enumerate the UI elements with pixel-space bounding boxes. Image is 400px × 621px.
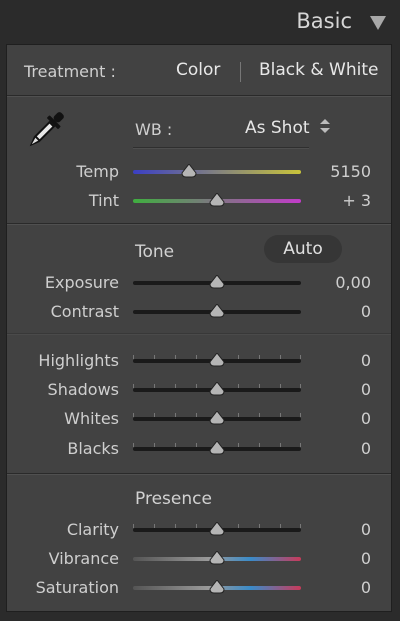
wb-label: WB : xyxy=(135,120,173,139)
whites-value[interactable]: 0 xyxy=(361,409,371,428)
saturation-thumb[interactable] xyxy=(209,580,225,594)
tint-value[interactable]: + 3 xyxy=(342,191,371,210)
wb-value[interactable]: As Shot xyxy=(245,118,310,138)
temp-value[interactable]: 5150 xyxy=(330,162,371,181)
treatment-section: Treatment : Color Black & White xyxy=(7,45,391,95)
whites-label: Whites xyxy=(64,409,119,428)
basic-panel: Treatment : Color Black & White WB : As … xyxy=(6,44,392,612)
contrast-label: Contrast xyxy=(50,302,119,321)
auto-button[interactable]: Auto xyxy=(264,235,342,263)
highlights-value[interactable]: 0 xyxy=(361,351,371,370)
saturation-label: Saturation xyxy=(35,578,119,597)
vibrance-thumb[interactable] xyxy=(209,551,225,565)
eyedropper-icon[interactable] xyxy=(21,105,71,155)
contrast-value[interactable]: 0 xyxy=(361,302,371,321)
exposure-value[interactable]: 0,00 xyxy=(335,273,371,292)
panel-header[interactable]: Basic xyxy=(0,0,400,44)
presence-title: Presence xyxy=(135,489,212,509)
shadows-value[interactable]: 0 xyxy=(361,380,371,399)
tone-title: Tone xyxy=(135,242,175,262)
blacks-value[interactable]: 0 xyxy=(361,439,371,458)
contrast-thumb[interactable] xyxy=(209,304,225,318)
highlights-label: Highlights xyxy=(38,351,119,370)
tint-thumb[interactable] xyxy=(209,193,225,207)
highlights-thumb[interactable] xyxy=(209,353,225,367)
wb-underline xyxy=(133,147,309,149)
exposure-thumb[interactable] xyxy=(209,275,225,289)
temp-thumb[interactable] xyxy=(181,164,197,178)
whites-thumb[interactable] xyxy=(209,411,225,425)
divider xyxy=(7,223,391,225)
clarity-thumb[interactable] xyxy=(209,522,225,536)
exposure-label: Exposure xyxy=(44,273,119,292)
divider xyxy=(7,95,391,97)
blacks-thumb[interactable] xyxy=(209,441,225,455)
treatment-divider xyxy=(240,62,241,82)
clarity-label: Clarity xyxy=(66,520,119,539)
vibrance-value[interactable]: 0 xyxy=(361,549,371,568)
divider xyxy=(7,473,391,475)
treatment-color-option[interactable]: Color xyxy=(176,60,220,80)
shadows-thumb[interactable] xyxy=(209,382,225,396)
updown-arrows-icon[interactable] xyxy=(320,118,330,137)
temp-track[interactable] xyxy=(133,170,301,174)
divider xyxy=(7,333,391,335)
panel-title: Basic xyxy=(296,9,352,33)
collapse-triangle-icon[interactable] xyxy=(370,16,386,30)
temp-label: Temp xyxy=(76,162,119,181)
blacks-label: Blacks xyxy=(67,439,119,458)
saturation-value[interactable]: 0 xyxy=(361,578,371,597)
treatment-bw-option[interactable]: Black & White xyxy=(259,60,379,80)
tint-label: Tint xyxy=(88,191,119,210)
treatment-label: Treatment : xyxy=(24,62,116,81)
vibrance-label: Vibrance xyxy=(48,549,119,568)
clarity-value[interactable]: 0 xyxy=(361,520,371,539)
shadows-label: Shadows xyxy=(47,380,119,399)
